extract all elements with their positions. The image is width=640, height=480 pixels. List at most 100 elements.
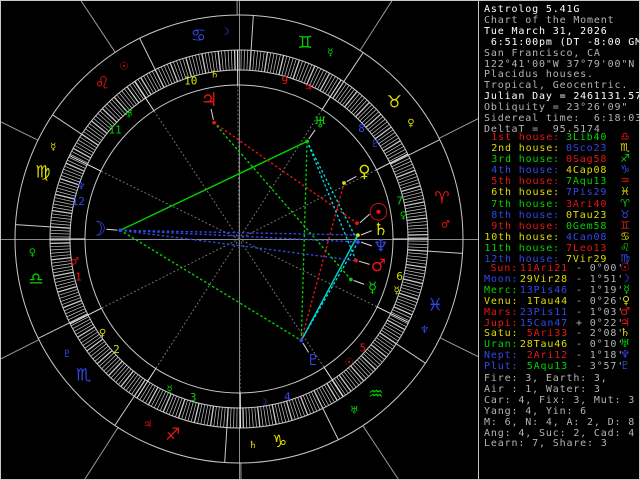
mars-pointer-line <box>358 260 370 265</box>
saturn-pointer-line <box>360 230 372 236</box>
plut-planet-icon: ♇ <box>620 359 630 373</box>
degree-tick <box>261 51 265 72</box>
house-cusp-inner-line <box>153 110 240 240</box>
degree-tick <box>50 251 71 254</box>
house-label: 4th house: <box>491 165 560 177</box>
house-number-7: 7 <box>396 194 403 207</box>
house-ruler-icon: ♇ <box>371 139 380 150</box>
aspect-trine-moon-pluto <box>119 229 302 342</box>
sign-boundary-line <box>343 52 364 82</box>
house-row: 5th house: 7Aqu13 ♒ <box>484 175 634 187</box>
house-row: 11th house: 7Leo13 ♌ <box>484 242 634 254</box>
degree-tick <box>50 226 71 229</box>
degree-tick <box>406 261 427 265</box>
degree-tick <box>66 308 86 318</box>
house-ruler-icon: ☉ <box>345 358 354 369</box>
house-ruler-icon: ♆ <box>77 182 86 193</box>
house-label: 6th house: <box>491 187 560 199</box>
house-cusp-list: 1st house: 3Lib40 ♎ 2nd house: 0Sco23 ♏ 3rd ho… <box>484 131 634 265</box>
house-value: 7Pis29 <box>566 187 608 199</box>
degree-tick <box>177 398 186 419</box>
sign-boundary-line <box>15 224 51 228</box>
house-value: 3Lib40 <box>566 132 608 143</box>
degree-tick <box>169 62 179 82</box>
element-stats-block: Fire: 3, Earth: 3, Air : 1, Water: 3 Car: … <box>484 373 635 450</box>
stat-line-3: Yang: 4, Yin: 6 <box>484 405 588 417</box>
planet-latitude: - 1°03' <box>576 306 625 318</box>
cancer-ruler-icon: ☽ <box>221 27 230 38</box>
house-number-8: 8 <box>358 122 365 135</box>
uranus-degree-dot <box>305 139 309 144</box>
♈-sign-icon: ♈ <box>620 196 630 210</box>
taurus-sign-icon: ♉ <box>387 92 402 112</box>
house-label: 10th house: <box>484 231 560 243</box>
wheel-jupiter-icon: ♃ <box>201 89 218 111</box>
degree-tick <box>256 406 261 427</box>
house-number-6: 6 <box>396 270 403 283</box>
house-cusp-outer-line <box>83 427 119 480</box>
degree-tick <box>51 216 72 220</box>
house-ruler-icon: ♂ <box>70 257 79 268</box>
degree-tick <box>407 224 428 227</box>
degree-tick <box>56 187 77 194</box>
sign-boundary-line <box>139 38 156 70</box>
degree-tick <box>397 298 416 307</box>
degree-tick <box>299 396 309 416</box>
degree-tick <box>172 61 181 81</box>
aspect-trine-uranus-pluto <box>300 140 308 342</box>
mercury-degree-dot <box>348 277 353 282</box>
degree-tick <box>254 407 257 428</box>
sign-boundary-line <box>250 15 254 51</box>
aspect-opposition-moon-mars <box>119 229 357 262</box>
house-ruler-icon: ☿ <box>167 384 173 395</box>
planet-latitude: - 3°57' <box>576 361 625 373</box>
degree-tick <box>209 405 215 426</box>
house-number-12: 12 <box>72 195 85 208</box>
degree-tick <box>50 254 71 257</box>
degree-tick <box>160 66 170 86</box>
degree-tick <box>407 246 428 249</box>
house-number-5: 5 <box>360 341 367 354</box>
house-value: 0Tau23 <box>566 209 608 221</box>
house-value: 0Gem58 <box>566 220 608 232</box>
degree-tick <box>395 301 415 310</box>
degree-tick <box>407 252 428 255</box>
wheel-uranus-icon: ♅ <box>314 114 327 132</box>
degree-tick <box>175 398 183 418</box>
degree-tick <box>57 184 78 191</box>
planet-latitude: - 0°26' <box>576 295 625 307</box>
house-cusp-outer-line <box>0 339 40 360</box>
house-label: 11th house: <box>484 242 560 254</box>
degree-tick <box>65 162 85 172</box>
degree-tick <box>406 211 427 215</box>
house-label: 7th house: <box>491 198 560 210</box>
sidebar-panel: Astrolog 5.41G Chart of the Moment Tue Mar… <box>484 0 640 480</box>
sign-boundary-line <box>427 250 463 254</box>
jupiter-degree-dot <box>212 120 216 125</box>
degree-tick <box>57 285 78 293</box>
degree-tick <box>227 50 230 71</box>
degree-tick <box>51 263 72 267</box>
planet-position-list: Sun: 11Ari21- 0°00' ☉ Moon: 29Vir28- 1°51' ☽ M… <box>484 262 634 373</box>
house-number-3: 3 <box>190 391 197 404</box>
gemini-ruler-icon: ☿ <box>327 48 333 59</box>
sign-boundary-line <box>114 396 135 426</box>
aspect-sextile-uranus-neptune <box>306 140 359 243</box>
degree-tick <box>246 50 249 71</box>
libra-ruler-icon: ♀ <box>29 247 36 258</box>
degree-tick <box>394 163 413 173</box>
capricorn-sign-icon: ♑ <box>272 432 287 452</box>
degree-tick <box>306 65 316 85</box>
degree-tick <box>398 176 418 184</box>
degree-tick <box>171 397 180 416</box>
aries-ruler-icon: ♂ <box>441 220 450 231</box>
house-label: 2nd house: <box>491 143 560 155</box>
wheel-moon-icon: ☽ <box>88 217 106 241</box>
degree-tick <box>291 399 299 419</box>
leo-sign-icon: ♌ <box>95 74 110 94</box>
house-ruler-icon: ☿ <box>394 285 400 296</box>
degree-tick <box>407 243 428 245</box>
house-ruler-icon: ♀ <box>99 328 106 339</box>
degree-tick <box>217 51 222 72</box>
astrolog-window: ♈ ♂ ♉ ♀ ♊ ☿ ♋ ☽ ♌ ☉ ♍ ☿ ♎ ♀ ♏ ♇ ♐ ♃ ♑ ♄ ♒ ♅ ♓ ♆ 1 ♂ 2 ♀ 3 ☿ 4 ☽ 5 ☉ 6 ☿ 7 ♀ 8 ♇… <box>0 0 640 480</box>
